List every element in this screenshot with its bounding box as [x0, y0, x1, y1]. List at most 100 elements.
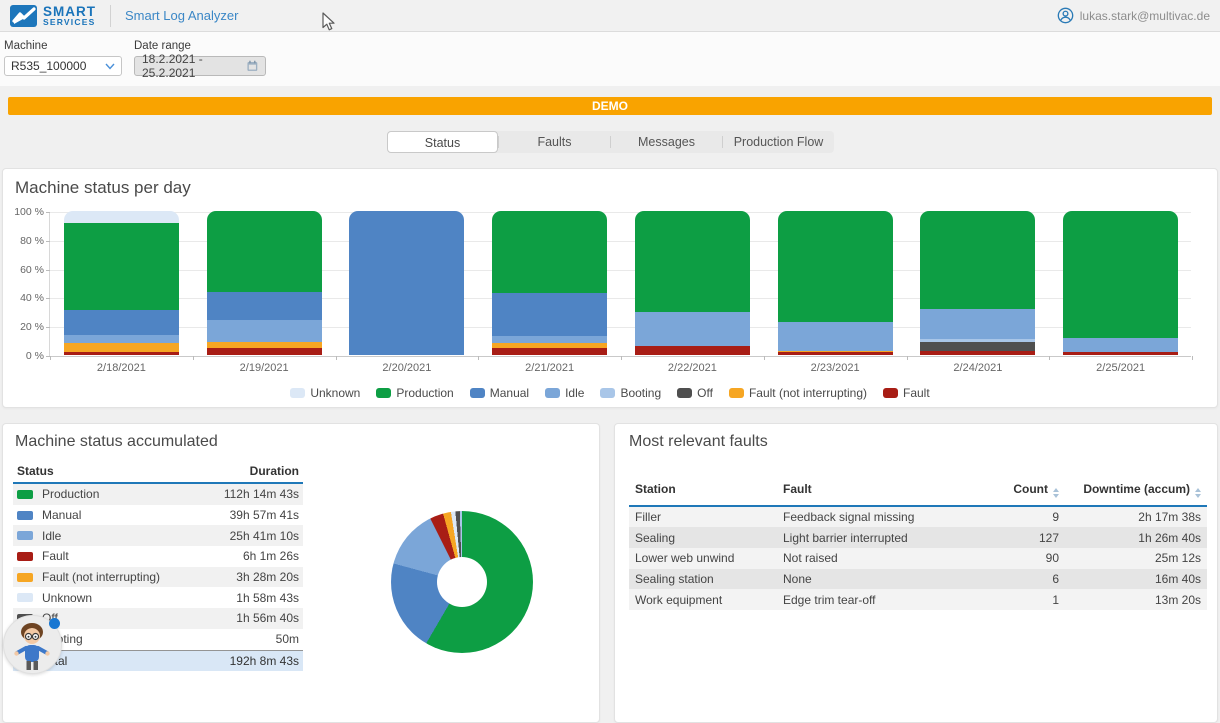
tab-bar: StatusFaultsMessagesProduction Flow — [387, 131, 834, 153]
fault-downtime: 2h 17m 38s — [1059, 510, 1201, 524]
status-label-cell: Fault — [17, 549, 69, 563]
user-email: lukas.stark@multivac.de — [1080, 9, 1210, 23]
status-name: Fault — [42, 549, 69, 563]
x-axis-label: 2/19/2021 — [193, 362, 336, 374]
bar-2-21-2021 — [492, 211, 607, 355]
tab-messages[interactable]: Messages — [611, 131, 722, 153]
tab-faults[interactable]: Faults — [499, 131, 610, 153]
x-axis-label: 2/22/2021 — [621, 362, 764, 374]
legend-item-fault[interactable]: Fault — [883, 386, 930, 400]
bar-2-18-2021 — [64, 211, 179, 355]
bar-segment-idle — [64, 335, 179, 344]
date-range-input[interactable]: 18.2.2021 - 25.2.2021 — [134, 56, 266, 76]
legend-item-booting[interactable]: Booting — [600, 386, 661, 400]
tab-production-flow[interactable]: Production Flow — [723, 131, 834, 153]
legend-swatch — [729, 388, 744, 398]
x-axis-tick — [1192, 356, 1193, 360]
bar-2-20-2021 — [349, 211, 464, 355]
filter-bar: Machine R535_100000 Date range 18.2.2021… — [0, 32, 1220, 86]
panel-title-faults: Most relevant faults — [629, 433, 768, 451]
legend-item-idle[interactable]: Idle — [545, 386, 584, 400]
calendar-icon — [247, 60, 258, 72]
bar-segment-production — [64, 223, 179, 311]
legend-item-off[interactable]: Off — [677, 386, 713, 400]
status-row-idle: Idle25h 41m 10s — [13, 525, 303, 546]
status-duration: 1h 56m 40s — [236, 611, 299, 625]
machine-select[interactable]: R535_100000 — [4, 56, 122, 76]
assistant-avatar-widget[interactable] — [3, 615, 62, 674]
fault-description: Light barrier interrupted — [783, 531, 1003, 545]
x-axis-tick — [764, 356, 765, 360]
legend-label: Fault — [903, 386, 930, 400]
panel-title-accumulated: Machine status accumulated — [15, 433, 218, 451]
status-name: Manual — [42, 508, 81, 522]
bar-segment-production — [492, 211, 607, 293]
y-axis-label: 80 % — [4, 235, 44, 247]
x-axis-tick — [907, 356, 908, 360]
status-name: Idle — [42, 529, 61, 543]
status-swatch — [17, 511, 33, 520]
bar-segment-fault — [64, 352, 179, 355]
fault-row-sealing: SealingLight barrier interrupted1271h 26… — [629, 527, 1207, 548]
logo-chart-icon — [10, 5, 37, 27]
bar-segment-fault — [492, 348, 607, 355]
bar-2-23-2021 — [778, 211, 893, 355]
status-swatch — [17, 552, 33, 561]
legend-item-fault-not-interrupting[interactable]: Fault (not interrupting) — [729, 386, 867, 400]
legend-swatch — [290, 388, 305, 398]
status-name: Fault (not interrupting) — [42, 570, 160, 584]
column-header-count-sort[interactable]: Count — [1003, 482, 1059, 498]
status-label-cell: Manual — [17, 508, 81, 522]
x-axis-tick — [621, 356, 622, 360]
status-row-manual: Manual39h 57m 41s — [13, 505, 303, 526]
fault-downtime: 1h 26m 40s — [1059, 531, 1201, 545]
legend-item-unknown[interactable]: Unknown — [290, 386, 360, 400]
legend-swatch — [545, 388, 560, 398]
fault-row-sealing-station: Sealing stationNone616m 40s — [629, 569, 1207, 590]
bar-segment-idle — [920, 309, 1035, 339]
legend-swatch — [376, 388, 391, 398]
legend-label: Fault (not interrupting) — [749, 386, 867, 400]
bar-segment-production — [778, 211, 893, 322]
x-axis-label: 2/18/2021 — [50, 362, 193, 374]
status-row-unknown: Unknown 1h 58m 43s — [13, 587, 303, 608]
status-row-fault-not-interrupting: Fault (not interrupting)3h 28m 20s — [13, 567, 303, 588]
status-label-cell: Unknown — [17, 591, 92, 605]
user-menu[interactable]: lukas.stark@multivac.de — [1057, 7, 1210, 24]
bar-segment-fault — [207, 348, 322, 355]
logo-line1: SMART — [43, 5, 96, 19]
legend-item-manual[interactable]: Manual — [470, 386, 529, 400]
column-header-fault: Fault — [783, 482, 1003, 498]
status-donut-chart — [391, 511, 533, 653]
tab-status[interactable]: Status — [387, 131, 498, 153]
fault-downtime: 13m 20s — [1059, 593, 1201, 607]
legend-label: Idle — [565, 386, 584, 400]
y-axis-label: 20 % — [4, 321, 44, 333]
status-swatch — [17, 593, 33, 602]
x-axis-tick — [193, 356, 194, 360]
fault-description: Edge trim tear-off — [783, 593, 1003, 607]
top-header: SMART SERVICES Smart Log Analyzer lukas.… — [0, 0, 1220, 32]
bar-segment-fault — [778, 352, 893, 355]
legend-label: Production — [396, 386, 453, 400]
bar-2-24-2021 — [920, 211, 1035, 355]
fault-description: None — [783, 572, 1003, 586]
y-axis-tick — [46, 212, 50, 213]
column-header-downtime-sort[interactable]: Downtime (accum) — [1059, 482, 1201, 498]
bar-segment-manual — [64, 310, 179, 334]
y-axis-label: 40 % — [4, 292, 44, 304]
status-duration: 1h 58m 43s — [236, 591, 299, 605]
bar-segment-production — [635, 211, 750, 312]
y-axis-label: 60 % — [4, 264, 44, 276]
donut-hole — [437, 557, 487, 607]
status-duration: 6h 1m 26s — [243, 549, 299, 563]
legend-item-production[interactable]: Production — [376, 386, 453, 400]
legend-swatch — [883, 388, 898, 398]
status-row-fault: Fault 6h 1m 26s — [13, 546, 303, 567]
date-range-label: Date range — [134, 40, 266, 52]
app-title: Smart Log Analyzer — [125, 8, 238, 23]
bar-segment-production — [207, 211, 322, 292]
legend-label: Manual — [490, 386, 529, 400]
y-axis-label: 0 % — [4, 350, 44, 362]
notification-dot — [49, 618, 60, 629]
